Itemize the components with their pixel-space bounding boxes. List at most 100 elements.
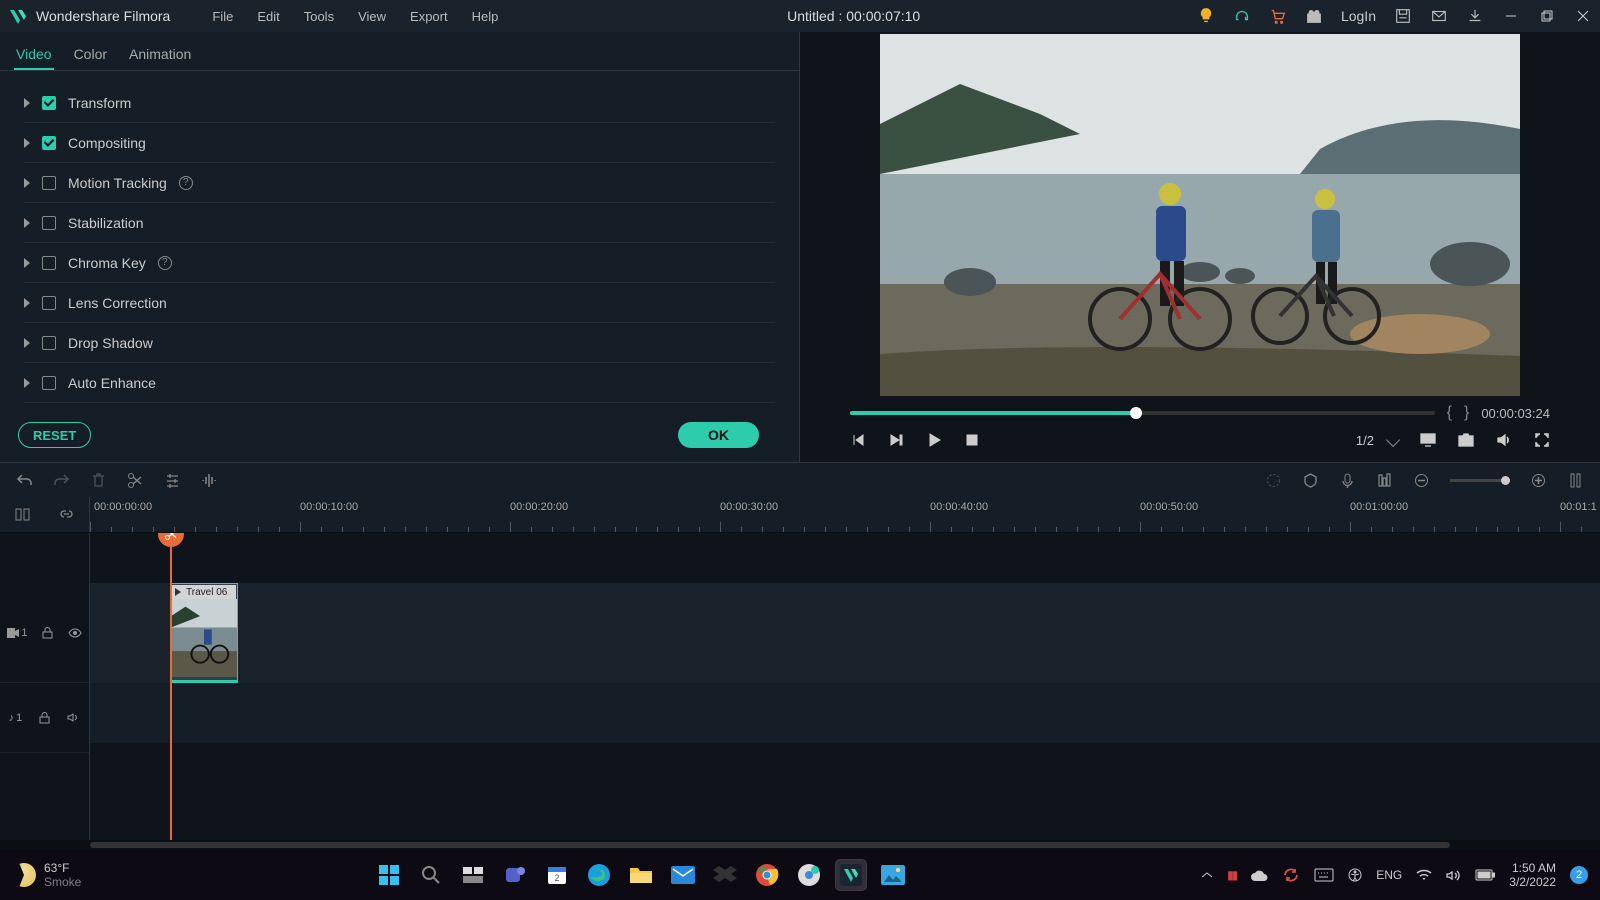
chevron-down-icon[interactable] — [1386, 433, 1400, 447]
calendar-icon[interactable]: 2 — [542, 860, 572, 890]
mute-icon[interactable] — [67, 712, 80, 723]
sync-icon[interactable] — [1282, 866, 1300, 884]
tab-video[interactable]: Video — [14, 40, 54, 70]
adjust-icon[interactable] — [164, 472, 181, 489]
checkbox-drop-shadow[interactable] — [42, 336, 56, 350]
zoom-out-icon[interactable] — [1413, 472, 1430, 489]
tray-app-icon[interactable]: ▮▮ — [1227, 868, 1236, 882]
zoom-fit-icon[interactable] — [1567, 472, 1584, 489]
video-track-header[interactable]: 1 — [0, 583, 89, 683]
gift-icon[interactable] — [1305, 7, 1323, 25]
timeline-scrollbar[interactable] — [0, 840, 1600, 850]
help-icon[interactable]: ? — [158, 256, 172, 270]
voiceover-icon[interactable] — [1339, 472, 1356, 489]
video-clip[interactable]: Travel 06 — [170, 583, 238, 683]
checkbox-motion-tracking[interactable] — [42, 176, 56, 190]
eye-icon[interactable] — [68, 628, 82, 638]
language-indicator[interactable]: ENG — [1376, 868, 1402, 882]
lock-icon[interactable] — [42, 627, 53, 639]
close-button[interactable] — [1574, 7, 1592, 25]
filmora-taskbar-icon[interactable] — [836, 860, 866, 890]
undo-icon[interactable] — [16, 472, 33, 489]
menu-file[interactable]: File — [200, 9, 245, 24]
menu-help[interactable]: Help — [460, 9, 511, 24]
prop-chroma-key[interactable]: Chroma Key? — [24, 243, 775, 283]
prop-transform[interactable]: Transform — [24, 83, 775, 123]
snapshot-icon[interactable] — [1458, 432, 1474, 448]
tips-icon[interactable] — [1197, 7, 1215, 25]
teams-icon[interactable] — [500, 860, 530, 890]
zoom-in-icon[interactable] — [1530, 472, 1547, 489]
clock[interactable]: 1:50 AM 3/2/2022 — [1509, 861, 1556, 890]
mail-icon[interactable] — [1430, 7, 1448, 25]
volume-icon[interactable] — [1496, 432, 1512, 448]
checkbox-stabilization[interactable] — [42, 216, 56, 230]
support-icon[interactable] — [1233, 7, 1251, 25]
prop-lens-correction[interactable]: Lens Correction — [24, 283, 775, 323]
menu-view[interactable]: View — [346, 9, 398, 24]
onedrive-icon[interactable] — [1250, 869, 1268, 882]
zoom-slider[interactable] — [1450, 479, 1510, 482]
chrome-alt-icon[interactable] — [794, 860, 824, 890]
edge-icon[interactable] — [584, 860, 614, 890]
download-icon[interactable] — [1466, 7, 1484, 25]
prop-motion-tracking[interactable]: Motion Tracking? — [24, 163, 775, 203]
render-icon[interactable] — [1265, 472, 1282, 489]
ok-button[interactable]: OK — [678, 422, 759, 448]
accessibility-icon[interactable] — [1348, 868, 1362, 882]
login-button[interactable]: LogIn — [1341, 8, 1376, 24]
tab-color[interactable]: Color — [72, 40, 109, 70]
keyboard-icon[interactable] — [1314, 868, 1334, 882]
checkbox-chroma-key[interactable] — [42, 256, 56, 270]
play-stop-toggle-icon[interactable] — [888, 432, 904, 448]
chevron-up-icon[interactable] — [1201, 871, 1213, 879]
photos-icon[interactable] — [878, 860, 908, 890]
mixer-icon[interactable] — [1376, 472, 1393, 489]
cart-icon[interactable] — [1269, 7, 1287, 25]
delete-icon[interactable] — [90, 472, 107, 489]
play-icon[interactable] — [926, 432, 942, 448]
file-explorer-icon[interactable] — [626, 860, 656, 890]
display-icon[interactable] — [1420, 432, 1436, 448]
zoom-ratio[interactable]: 1/2 — [1356, 433, 1374, 448]
split-icon[interactable] — [127, 472, 144, 489]
search-icon[interactable] — [416, 860, 446, 890]
reset-button[interactable]: RESET — [18, 422, 91, 448]
lock-icon[interactable] — [39, 712, 50, 724]
chrome-icon[interactable] — [752, 860, 782, 890]
volume-tray-icon[interactable] — [1446, 869, 1461, 882]
prop-auto-enhance[interactable]: Auto Enhance — [24, 363, 775, 403]
checkbox-compositing[interactable] — [42, 136, 56, 150]
time-ruler[interactable]: 00:00:00:00 00:00:10:00 00:00:20:00 00:0… — [90, 497, 1600, 532]
audio-wave-icon[interactable] — [201, 472, 218, 489]
prop-stabilization[interactable]: Stabilization — [24, 203, 775, 243]
dropbox-icon[interactable] — [710, 860, 740, 890]
audio-track-header[interactable]: ♪1 — [0, 683, 89, 753]
tracks-area[interactable]: Travel 06 — [90, 533, 1600, 840]
task-view-icon[interactable] — [458, 860, 488, 890]
maximize-button[interactable] — [1538, 7, 1556, 25]
help-icon[interactable]: ? — [179, 176, 193, 190]
notification-badge[interactable]: 2 — [1570, 866, 1588, 884]
playhead[interactable] — [170, 533, 172, 840]
timeline-options-icon[interactable] — [14, 506, 31, 523]
checkbox-auto-enhance[interactable] — [42, 376, 56, 390]
prop-drop-shadow[interactable]: Drop Shadow — [24, 323, 775, 363]
save-icon[interactable] — [1394, 7, 1412, 25]
minimize-button[interactable] — [1502, 7, 1520, 25]
tab-animation[interactable]: Animation — [127, 40, 193, 70]
checkbox-transform[interactable] — [42, 96, 56, 110]
step-back-icon[interactable] — [850, 432, 866, 448]
marker-icon[interactable] — [1302, 472, 1319, 489]
prop-compositing[interactable]: Compositing — [24, 123, 775, 163]
menu-export[interactable]: Export — [398, 9, 460, 24]
menu-tools[interactable]: Tools — [292, 9, 346, 24]
scrub-bar[interactable] — [850, 411, 1435, 415]
checkbox-lens-correction[interactable] — [42, 296, 56, 310]
weather-widget[interactable]: 63°F Smoke — [12, 861, 81, 889]
mark-in-icon[interactable]: { — [1447, 404, 1452, 422]
preview-viewport[interactable] — [880, 34, 1520, 396]
redo-icon[interactable] — [53, 472, 70, 489]
mark-out-icon[interactable]: } — [1464, 404, 1469, 422]
mail-app-icon[interactable] — [668, 860, 698, 890]
